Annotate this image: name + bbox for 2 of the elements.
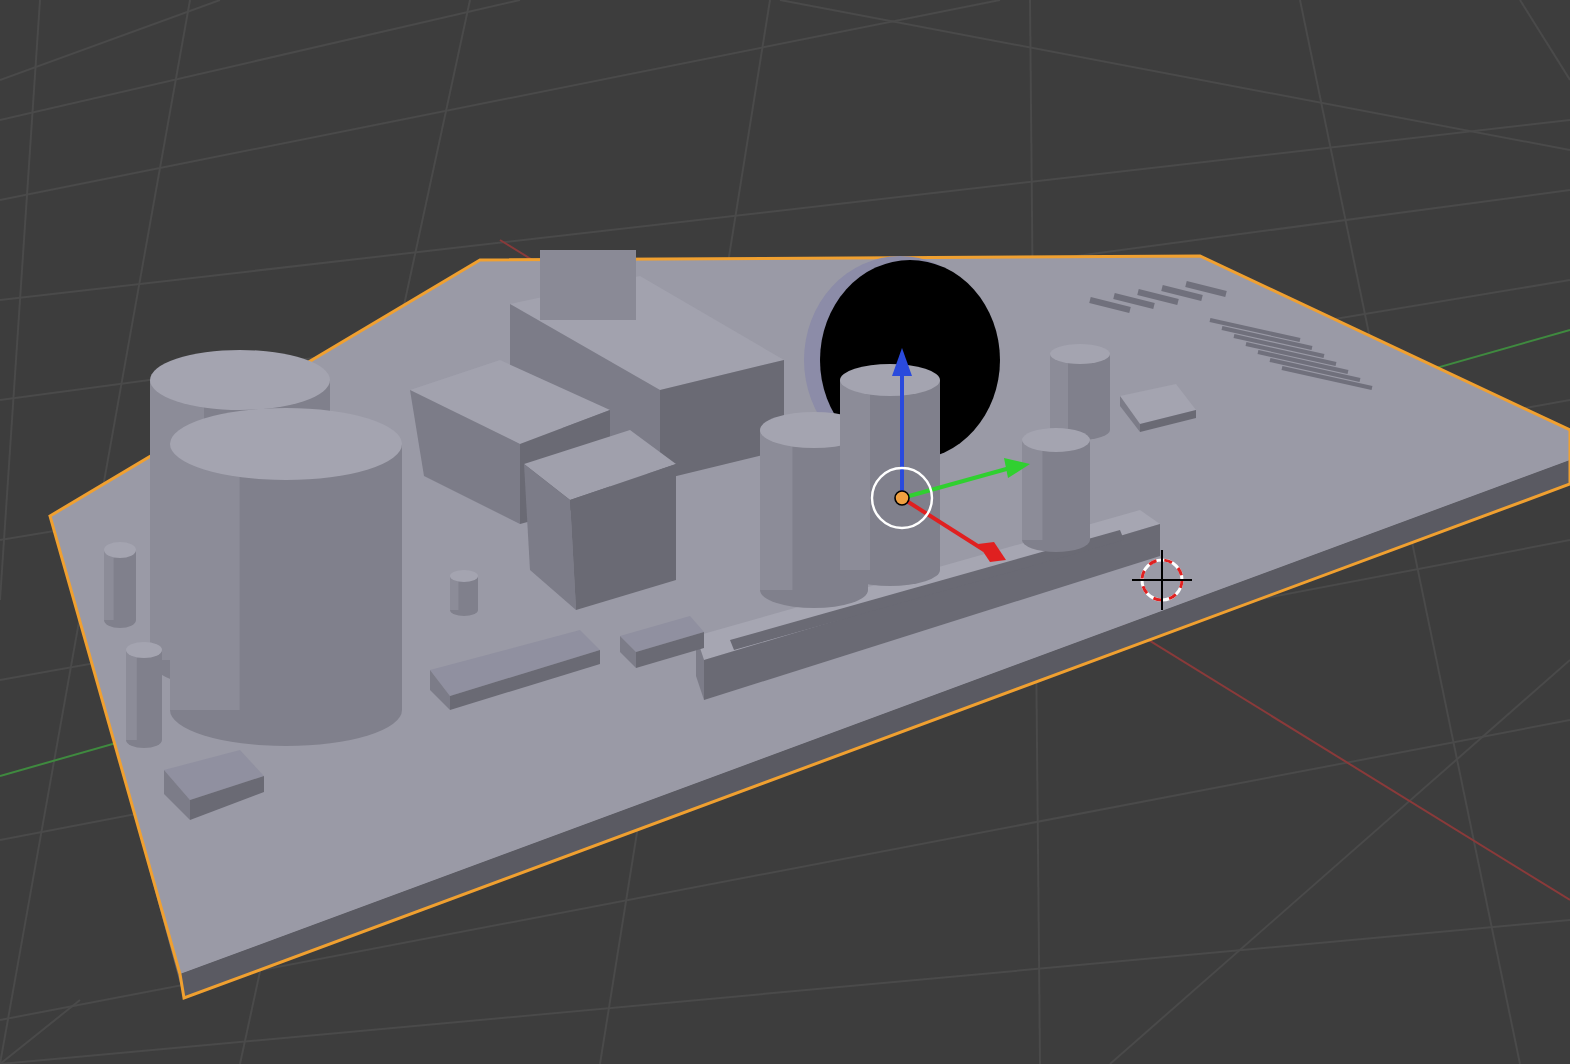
3d-cursor-icon	[1131, 549, 1193, 611]
transform-gizmo-icon[interactable]	[870, 348, 1030, 562]
